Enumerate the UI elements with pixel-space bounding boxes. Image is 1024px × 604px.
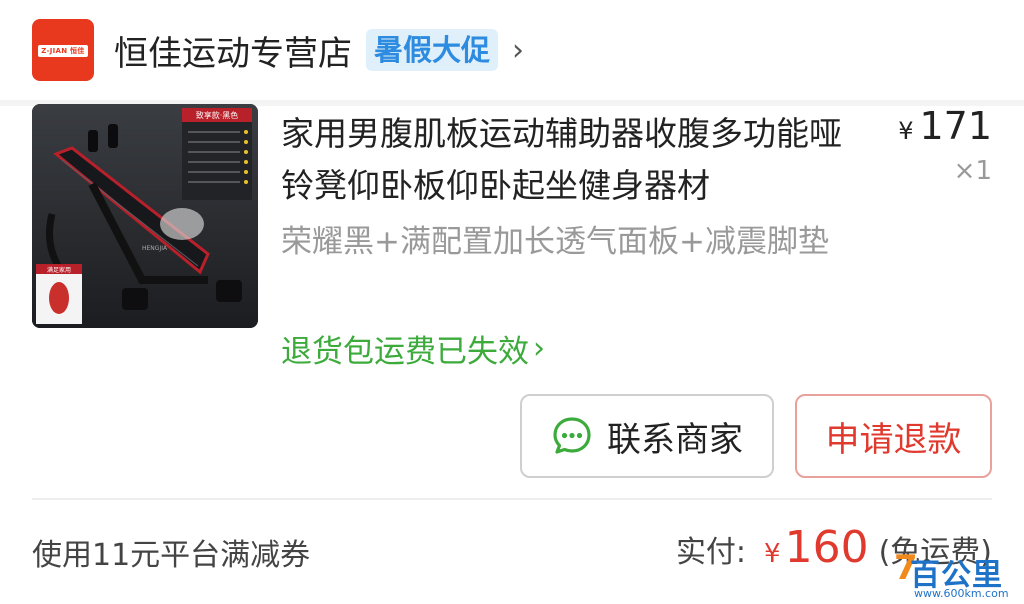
product-spec: 荣耀黑+满配置加长透气面板+减震脚垫 (281, 224, 829, 260)
thumb-tag: 致享款·黑色 (196, 110, 239, 120)
store-logo: Z-JIAN 恒佳 (32, 19, 94, 81)
watermark-logo: 7 百公里 www.600km.com (894, 548, 1018, 600)
coupon-note: 使用11元平台满减券 (32, 538, 311, 573)
price-value: 171 (919, 104, 992, 148)
product-title[interactable]: 家用男腹肌板运动辅助器收腹多功能哑铃凳仰卧板仰卧起坐健身器材 (281, 108, 871, 212)
contact-seller-button[interactable]: 联系商家 (520, 394, 774, 478)
product-quantity: ×1 (953, 156, 992, 186)
return-notice-text: 退货包运费已失效 (281, 334, 529, 370)
return-shipping-notice[interactable]: 退货包运费已失效 › (281, 326, 545, 371)
divider (32, 498, 992, 500)
store-header[interactable]: Z-JIAN 恒佳 恒佳运动专营店 暑假大促 › (32, 19, 524, 81)
store-name[interactable]: 恒佳运动专营店 (114, 26, 352, 75)
watermark-url: www.600km.com (914, 587, 1009, 600)
thumb-badge: 满足家用 (47, 266, 71, 274)
request-refund-label: 申请退款 (825, 419, 962, 460)
chevron-right-icon: › (533, 331, 545, 366)
paid-label: 实付: (675, 535, 747, 570)
request-refund-button[interactable]: 申请退款 (795, 394, 992, 478)
contact-seller-label: 联系商家 (607, 419, 743, 460)
product-image[interactable]: 致享款·黑色 满足家用 HENGJIA (32, 104, 258, 328)
chevron-right-icon[interactable]: › (512, 33, 524, 68)
order-card: Z-JIAN 恒佳 恒佳运动专营店 暑假大促 › 致享款·黑色 满足家用 HEN… (0, 0, 1024, 604)
paid-currency: ¥ (764, 539, 781, 569)
store-logo-text: Z-JIAN 恒佳 (38, 45, 88, 57)
price-currency: ¥ (898, 117, 914, 145)
paid-amount: 160 (784, 522, 869, 573)
promo-badge: 暑假大促 (366, 29, 499, 71)
product-price: ¥171 (898, 104, 992, 148)
product-image-graphic: 致享款·黑色 满足家用 HENGJIA (32, 104, 258, 328)
thumb-brand: HENGJIA (142, 245, 168, 252)
chat-bubble-icon (553, 417, 591, 454)
